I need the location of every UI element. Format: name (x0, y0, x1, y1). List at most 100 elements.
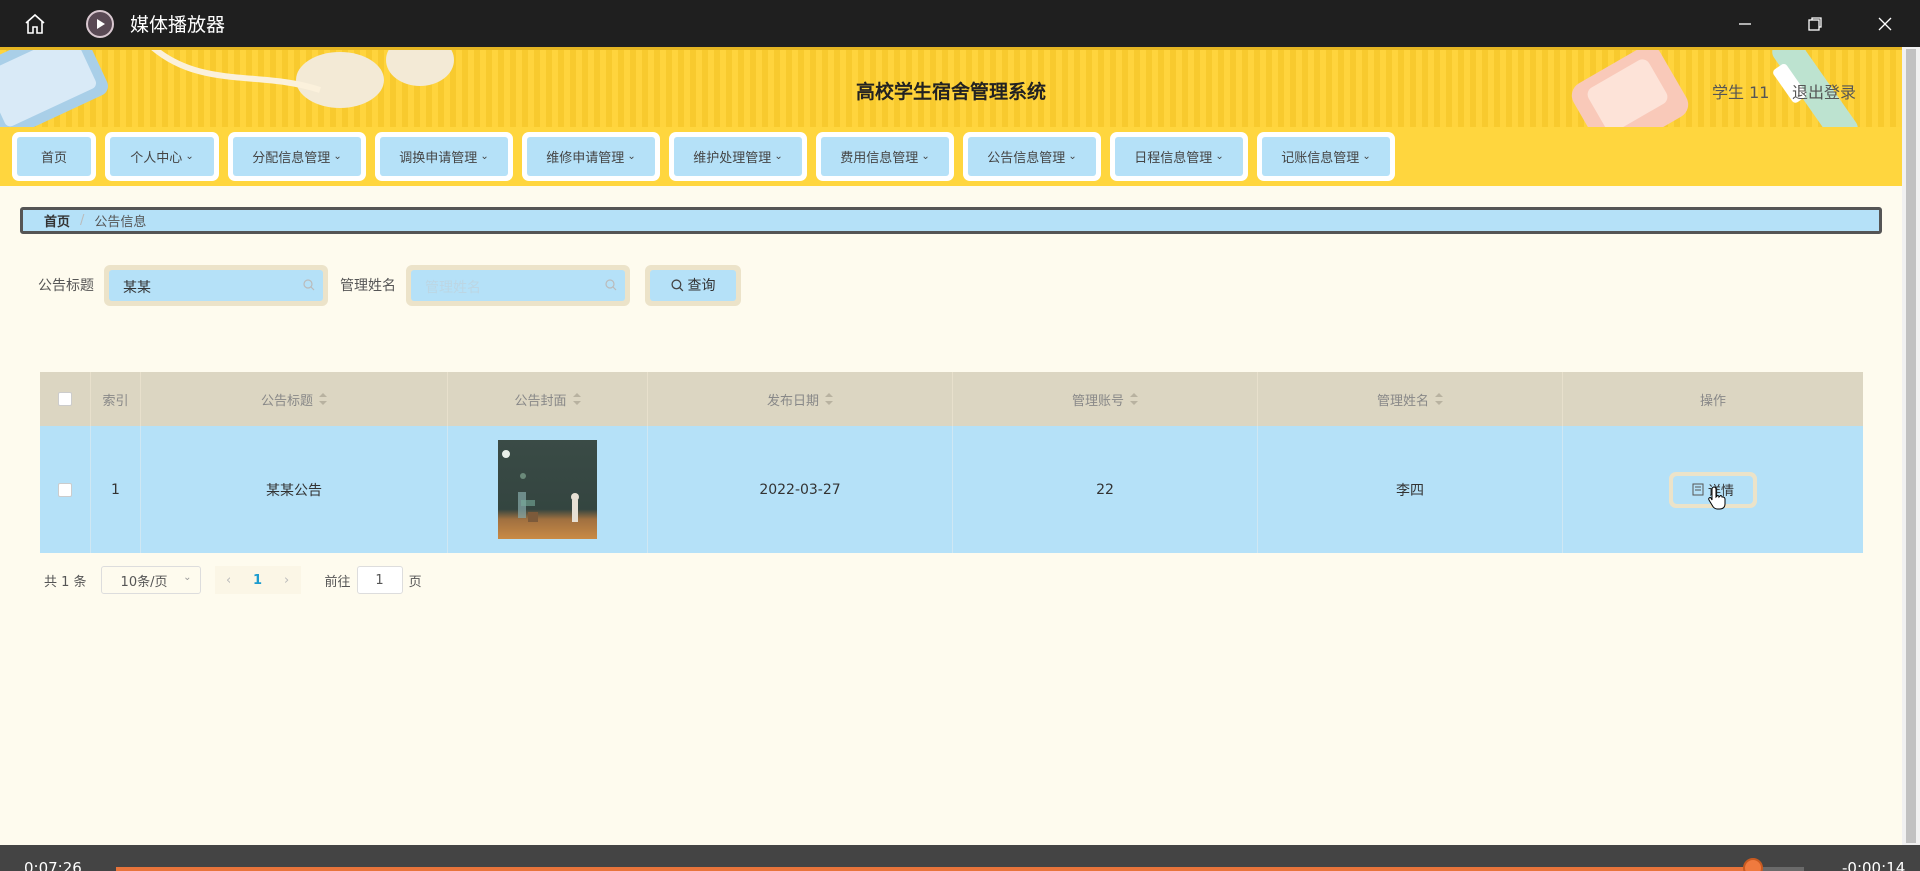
nav-item-label: 记账信息管理 (1281, 151, 1360, 166)
name-search-label: 管理姓名 (340, 278, 396, 294)
row-title: 某某公告 (141, 426, 448, 553)
query-button[interactable]: 查询 (645, 264, 741, 306)
page-suffix: 页 (408, 574, 422, 590)
media-controls: 0:07:26 -0:00:14 (0, 845, 1920, 871)
chevron-down-icon: ⌄ (333, 151, 342, 162)
home-button[interactable] (0, 0, 70, 47)
title-search-field[interactable]: 某某 (104, 264, 328, 306)
chevron-down-icon: ⌄ (185, 151, 194, 162)
chevron-down-icon: ⌄ (1068, 151, 1077, 162)
name-search-placeholder: 管理姓名 (425, 279, 481, 296)
nav-item-label: 分配信息管理 (252, 151, 331, 166)
header-index: 索引 (91, 372, 141, 426)
header-actions: 操作 (1699, 393, 1726, 409)
table-header: 索引 公告标题 公告封面 发布日期 管理账号 管理姓名 操作 (40, 372, 1863, 426)
nav-item-allocation[interactable]: 分配信息管理 ⌄ (228, 132, 366, 181)
header-title[interactable]: 公告标题 (141, 372, 448, 426)
search-icon (303, 278, 315, 290)
media-player-app-icon (86, 9, 114, 38)
breadcrumb: 首页 / 公告信息 (20, 207, 1882, 234)
home-icon (25, 13, 45, 34)
pagination: 共 1 条 10条/页 ⌄ ‹ 1 › 前往 1 页 (44, 566, 422, 594)
nav-item-home[interactable]: 首页 (12, 132, 96, 181)
chevron-down-icon: ⌄ (774, 151, 783, 162)
header-banner: 高校学生宿舍管理系统 学生 11 退出登录 (0, 47, 1902, 127)
sort-icon (1130, 393, 1138, 405)
header-title-label: 公告标题 (260, 393, 313, 409)
nav-item-label: 个人中心 (130, 151, 183, 166)
nav-item-swap-request[interactable]: 调换申请管理 ⌄ (375, 132, 513, 181)
prev-page-button[interactable]: ‹ (214, 566, 243, 594)
nav-item-label: 日程信息管理 (1134, 151, 1213, 166)
header-cover[interactable]: 公告封面 (448, 372, 648, 426)
nav-item-label: 调换申请管理 (399, 151, 478, 166)
header-name[interactable]: 管理姓名 (1258, 372, 1563, 426)
nav-item-maintenance[interactable]: 维护处理管理 ⌄ (669, 132, 807, 181)
document-icon (1692, 483, 1704, 496)
announcement-table: 索引 公告标题 公告封面 发布日期 管理账号 管理姓名 操作 1 某某公告 20… (40, 372, 1863, 553)
search-icon (605, 278, 617, 290)
current-user[interactable]: 学生 11 (1712, 79, 1769, 103)
restore-button[interactable] (1780, 0, 1850, 47)
main-nav: 首页 个人中心 ⌄ 分配信息管理 ⌄ 调换申请管理 ⌄ 维修申请管理 ⌄ 维护处理管理 ⌄… (0, 127, 1902, 186)
window-title: 媒体播放器 (130, 14, 226, 36)
total-count: 共 1 条 (44, 574, 87, 590)
header-account[interactable]: 管理账号 (953, 372, 1258, 426)
chevron-down-icon: ⌄ (183, 572, 192, 583)
header-date[interactable]: 发布日期 (648, 372, 953, 426)
nav-item-personal-center[interactable]: 个人中心 ⌄ (105, 132, 219, 181)
search-bar: 公告标题 某某 管理姓名 管理姓名 查询 (38, 264, 741, 306)
sort-icon (319, 393, 327, 405)
cover-thumbnail[interactable] (498, 440, 597, 539)
minimize-icon (1739, 22, 1751, 25)
nav-item-repair-request[interactable]: 维修申请管理 ⌄ (522, 132, 660, 181)
nav-item-schedule[interactable]: 日程信息管理 ⌄ (1110, 132, 1248, 181)
row-checkbox[interactable] (58, 482, 72, 497)
system-title: 高校学生宿舍管理系统 (855, 81, 1046, 103)
chevron-down-icon: ⌄ (1362, 151, 1371, 162)
nav-item-label: 公告信息管理 (987, 151, 1066, 166)
scrollbar-thumb[interactable] (1906, 49, 1916, 843)
hand-cursor-icon (1708, 486, 1726, 510)
nav-item-label: 费用信息管理 (840, 151, 919, 166)
chevron-right-icon: › (283, 572, 290, 588)
nav-item-fees[interactable]: 费用信息管理 ⌄ (816, 132, 954, 181)
row-select[interactable] (40, 426, 91, 553)
goto-label: 前往 (324, 574, 351, 590)
seek-handle[interactable] (1743, 858, 1763, 871)
restore-icon (1808, 16, 1822, 31)
title-search-label: 公告标题 (38, 278, 94, 294)
close-button[interactable] (1850, 0, 1920, 47)
select-all-checkbox[interactable] (58, 392, 72, 406)
nav-item-bookkeeping[interactable]: 记账信息管理 ⌄ (1257, 132, 1395, 181)
window-titlebar: 媒体播放器 (0, 0, 1920, 47)
page-size-value: 10条/页 (120, 574, 168, 590)
close-icon (1878, 17, 1892, 30)
goto-page-input[interactable]: 1 (356, 566, 403, 594)
breadcrumb-current: 公告信息 (94, 215, 147, 230)
chevron-down-icon: ⌄ (921, 151, 930, 162)
page-number-current[interactable]: 1 (242, 566, 273, 594)
header-name-label: 管理姓名 (1376, 393, 1429, 409)
sort-icon (825, 393, 833, 405)
row-account: 22 (953, 426, 1258, 553)
seek-progress (116, 867, 1753, 871)
sort-icon (1435, 393, 1443, 405)
logout-link[interactable]: 退出登录 (1792, 79, 1856, 103)
nav-item-label: 首页 (40, 151, 67, 166)
next-page-button[interactable]: › (272, 566, 301, 594)
name-search-field[interactable]: 管理姓名 (406, 264, 630, 306)
header-account-label: 管理账号 (1071, 393, 1124, 409)
sort-icon (572, 393, 581, 405)
chevron-down-icon: ⌄ (627, 151, 636, 162)
nav-item-announcements[interactable]: 公告信息管理 ⌄ (963, 132, 1101, 181)
header-cover-label: 公告封面 (514, 393, 567, 409)
breadcrumb-home[interactable]: 首页 (44, 211, 70, 230)
minimize-button[interactable] (1710, 0, 1780, 47)
row-index: 1 (91, 426, 141, 553)
chevron-down-icon: ⌄ (480, 151, 489, 162)
chevron-down-icon: ⌄ (1215, 151, 1224, 162)
page-size-select[interactable]: 10条/页 ⌄ (100, 566, 201, 594)
header-select-all[interactable] (40, 372, 91, 426)
chevron-left-icon: ‹ (225, 572, 232, 588)
